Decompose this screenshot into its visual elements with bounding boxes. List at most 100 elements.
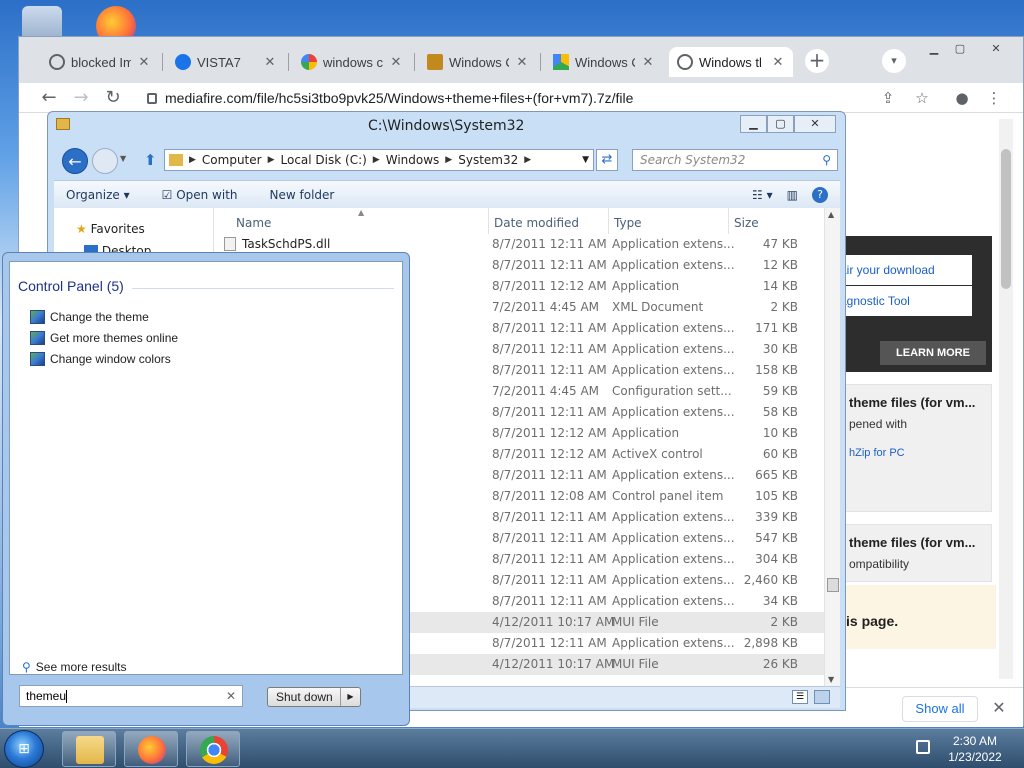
network-icon[interactable] <box>916 740 930 754</box>
results-heading[interactable]: Control Panel (5) <box>18 278 124 294</box>
column-divider[interactable] <box>608 208 609 234</box>
scrollbar-thumb[interactable] <box>827 578 839 592</box>
clock[interactable]: 2:30 AM 1/23/2022 <box>940 733 1010 765</box>
tab-windows-c-2[interactable]: Windows C ✕ <box>545 47 663 77</box>
taskbar-firefox[interactable] <box>124 731 178 767</box>
column-size[interactable]: Size <box>734 216 759 230</box>
refresh-icon[interactable]: ⇄ <box>596 149 618 171</box>
reload-button[interactable]: ↻ <box>101 87 125 109</box>
start-menu: Control Panel (5) Change the theme Get m… <box>2 252 410 726</box>
details-view-icon[interactable]: ☰ <box>792 690 808 704</box>
history-dropdown-icon[interactable]: ▼ <box>120 154 126 163</box>
up-level-icon[interactable]: ⬆ <box>144 151 157 169</box>
page-scrollbar[interactable] <box>999 119 1013 679</box>
maximize-button[interactable]: ▢ <box>947 41 973 57</box>
chevron-down-icon[interactable]: ▼ <box>582 155 593 165</box>
tab-search-button[interactable]: ▾ <box>882 49 906 73</box>
column-type[interactable]: Type <box>614 216 642 230</box>
column-divider[interactable] <box>728 208 729 234</box>
tab-divider <box>162 53 163 71</box>
start-search-input[interactable]: themeu ✕ <box>19 685 243 707</box>
taskbar-explorer[interactable] <box>62 731 116 767</box>
taskbar-chrome[interactable] <box>186 731 240 767</box>
menu-kebab-icon[interactable]: ⋮ <box>983 87 1005 109</box>
file-list-scrollbar[interactable]: ▲ ▼ <box>824 208 840 686</box>
command-bar: Organize ▾ ☑ Open with New folder ☷ ▾ ▥ … <box>54 180 840 208</box>
repair-download-link[interactable]: air your download <box>826 255 972 285</box>
preview-pane-icon[interactable]: ▥ <box>787 188 798 202</box>
close-icon[interactable]: ✕ <box>771 54 785 70</box>
vista-icon <box>175 54 191 70</box>
minimize-button[interactable]: ▁ <box>740 115 767 133</box>
forward-button[interactable]: → <box>69 87 93 109</box>
close-icon[interactable]: ✕ <box>389 54 403 70</box>
show-all-button[interactable]: Show all <box>902 696 978 722</box>
back-arrow-icon[interactable]: ← <box>62 148 88 174</box>
search-icon[interactable]: ⚲ <box>822 150 831 170</box>
chevron-right-icon[interactable]: ▶ <box>443 155 454 165</box>
help-icon[interactable]: ? <box>812 186 828 203</box>
close-icon[interactable]: ✕ <box>989 696 1009 720</box>
new-tab-button[interactable]: + <box>805 49 829 73</box>
maximize-button[interactable]: ▢ <box>767 115 794 133</box>
breadcrumb-system32[interactable]: System32 <box>454 153 522 167</box>
forward-arrow-icon[interactable] <box>92 148 118 174</box>
result-label: Change the theme <box>50 310 149 324</box>
minimize-button[interactable]: ▁ <box>921 41 947 57</box>
favorites-item[interactable]: ★ Favorites <box>76 222 145 236</box>
share-icon[interactable]: ⇪ <box>877 87 899 109</box>
text-cursor <box>66 690 68 704</box>
close-window-button[interactable]: ✕ <box>794 115 836 133</box>
column-date-modified[interactable]: Date modified <box>494 216 579 230</box>
result-change-theme[interactable]: Change the theme <box>30 310 149 324</box>
file-type: Application extens... <box>612 363 735 377</box>
tab-vista7[interactable]: VISTA7 ✕ <box>167 47 285 77</box>
breadcrumb-windows[interactable]: Windows <box>382 153 444 167</box>
search-value: themeu <box>26 689 67 703</box>
close-icon[interactable]: ✕ <box>515 54 529 70</box>
close-icon[interactable]: ✕ <box>137 54 151 70</box>
chevron-right-icon[interactable]: ▶ <box>187 155 198 165</box>
bookmark-star-icon[interactable]: ☆ <box>911 87 933 109</box>
thumbnails-view-icon[interactable] <box>814 690 830 704</box>
breadcrumb[interactable]: ▶ Computer ▶ Local Disk (C:) ▶ Windows ▶… <box>164 149 594 171</box>
clear-search-icon[interactable]: ✕ <box>226 686 236 706</box>
breadcrumb-local-disk[interactable]: Local Disk (C:) <box>277 153 371 167</box>
view-options-icon[interactable]: ☷ ▾ <box>752 188 773 202</box>
scroll-down-icon[interactable]: ▼ <box>828 675 834 684</box>
breadcrumb-computer[interactable]: Computer <box>198 153 266 167</box>
profile-avatar-icon[interactable]: ● <box>951 87 973 109</box>
new-folder-button[interactable]: New folder <box>258 188 335 202</box>
tab-blocked[interactable]: blocked Im ✕ <box>41 47 159 77</box>
shut-down-button[interactable]: Shut down ▶ <box>267 687 361 707</box>
tab-windows-theme[interactable]: Windows tl ✕ <box>669 47 793 77</box>
file-type: Application extens... <box>612 321 735 335</box>
close-icon[interactable]: ✕ <box>263 54 277 70</box>
file-size: 665 KB <box>755 468 798 482</box>
column-name[interactable]: Name <box>236 216 271 230</box>
chevron-right-icon[interactable]: ▶ <box>266 155 277 165</box>
learn-more-button[interactable]: LEARN MORE <box>880 341 986 365</box>
chevron-right-icon[interactable]: ▶ <box>371 155 382 165</box>
shut-down-options-icon[interactable]: ▶ <box>340 688 360 706</box>
close-icon[interactable]: ✕ <box>641 54 655 70</box>
see-more-results-link[interactable]: ⚲ See more results <box>22 660 127 674</box>
tab-windows-google[interactable]: windows cl ✕ <box>293 47 411 77</box>
open-with-button[interactable]: ☑ Open with <box>150 188 238 202</box>
result-change-window-colors[interactable]: Change window colors <box>30 352 171 366</box>
diagnostic-tool-link[interactable]: agnostic Tool <box>826 286 972 316</box>
result-more-themes-online[interactable]: Get more themes online <box>30 331 178 345</box>
chevron-right-icon[interactable]: ▶ <box>522 155 533 165</box>
address-bar[interactable]: mediafire.com/file/hc5si3tbo9pvk25/Windo… <box>137 86 967 110</box>
start-button[interactable]: ⊞ <box>4 730 44 768</box>
file-card-subtitle: pened with <box>849 417 908 431</box>
search-input[interactable]: Search System32 ⚲ <box>632 149 838 171</box>
file-card-link[interactable]: hZip for PC <box>849 447 905 459</box>
organize-button[interactable]: Organize ▾ <box>54 188 130 202</box>
scrollbar-thumb[interactable] <box>1001 149 1011 289</box>
close-window-button[interactable]: ✕ <box>983 41 1009 57</box>
column-divider[interactable] <box>488 208 489 234</box>
tab-windows-c-1[interactable]: Windows C ✕ <box>419 47 537 77</box>
scroll-up-icon[interactable]: ▲ <box>828 210 834 219</box>
back-button[interactable]: ← <box>37 87 61 109</box>
